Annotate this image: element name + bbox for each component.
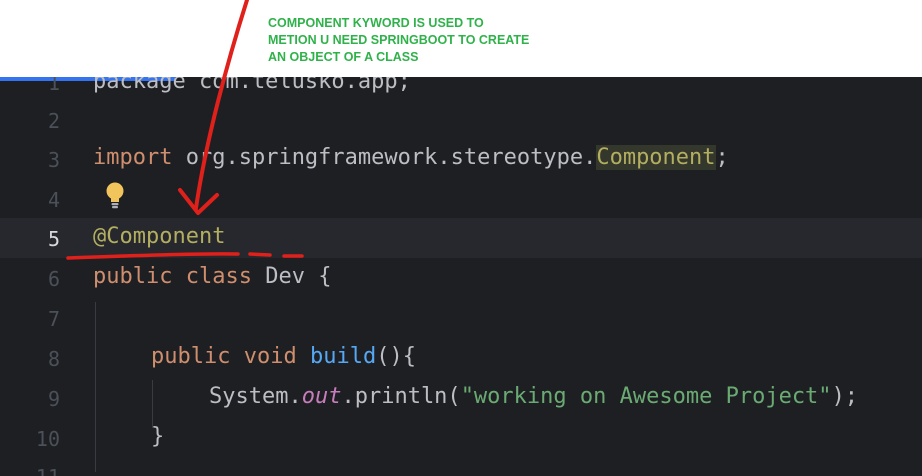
- annotation-line-2: METION U NEED SPRINGBOOT TO CREATE: [268, 33, 530, 47]
- line-number: 10: [35, 427, 60, 451]
- semicolon: ;: [715, 145, 729, 170]
- line-number: 8: [47, 347, 60, 371]
- component-annotation[interactable]: @Component: [93, 224, 225, 249]
- method-params: (){: [376, 344, 416, 369]
- import-path: org.springframework.stereotype.: [172, 145, 597, 170]
- indent-guide: [95, 302, 96, 472]
- code-line-5[interactable]: @Component: [93, 224, 225, 249]
- public-keyword: public: [151, 344, 231, 369]
- statement-end: );: [831, 384, 859, 409]
- code-line-3[interactable]: import org.springframework.stereotype.Co…: [93, 145, 729, 170]
- void-keyword: void: [230, 344, 297, 369]
- code-line-9[interactable]: System.out.println("working on Awesome P…: [209, 384, 858, 409]
- line-number: 4: [47, 188, 60, 212]
- line-number: 11: [0, 465, 60, 476]
- annotation-note: COMPONENT KYWORD IS USED TO METION U NEE…: [268, 15, 568, 66]
- class-declaration: Dev {: [251, 264, 332, 289]
- println-call: .println(: [341, 384, 461, 409]
- closing-brace: }: [151, 424, 165, 449]
- class-keyword: class: [172, 264, 252, 289]
- line-number: 3: [47, 148, 60, 172]
- line-number: 7: [47, 307, 60, 331]
- lightbulb-icon[interactable]: [104, 181, 126, 211]
- code-line-8[interactable]: public void build(){: [151, 344, 416, 369]
- line-number: 2: [47, 109, 60, 133]
- string-literal: "working on Awesome Project": [460, 384, 832, 409]
- line-number-current: 5: [47, 227, 60, 251]
- import-keyword: import: [93, 145, 173, 170]
- annotation-line-1: COMPONENT KYWORD IS USED TO: [268, 16, 484, 30]
- component-import-class: Component: [596, 145, 716, 170]
- line-number: 6: [47, 267, 60, 291]
- code-line-10[interactable]: }: [151, 424, 164, 449]
- code-line-1[interactable]: package com.telusko.app;: [93, 77, 411, 94]
- system-class: System.: [209, 384, 302, 409]
- code-editor[interactable]: 1 2 3 4 5 6 7 8 9 10 11 package com.telu…: [0, 77, 922, 476]
- out-static-field: out: [301, 384, 342, 409]
- line-number: 1: [47, 77, 60, 95]
- line-number: 9: [47, 387, 60, 411]
- annotation-line-3: AN OBJECT OF A CLASS: [268, 50, 419, 64]
- code-line-6[interactable]: public class Dev {: [93, 264, 331, 289]
- method-name: build: [296, 344, 377, 369]
- public-keyword: public: [93, 264, 173, 289]
- annotation-area: COMPONENT KYWORD IS USED TO METION U NEE…: [0, 0, 922, 77]
- package-statement: package com.telusko.app;: [93, 77, 411, 94]
- indent-guide: [152, 380, 153, 428]
